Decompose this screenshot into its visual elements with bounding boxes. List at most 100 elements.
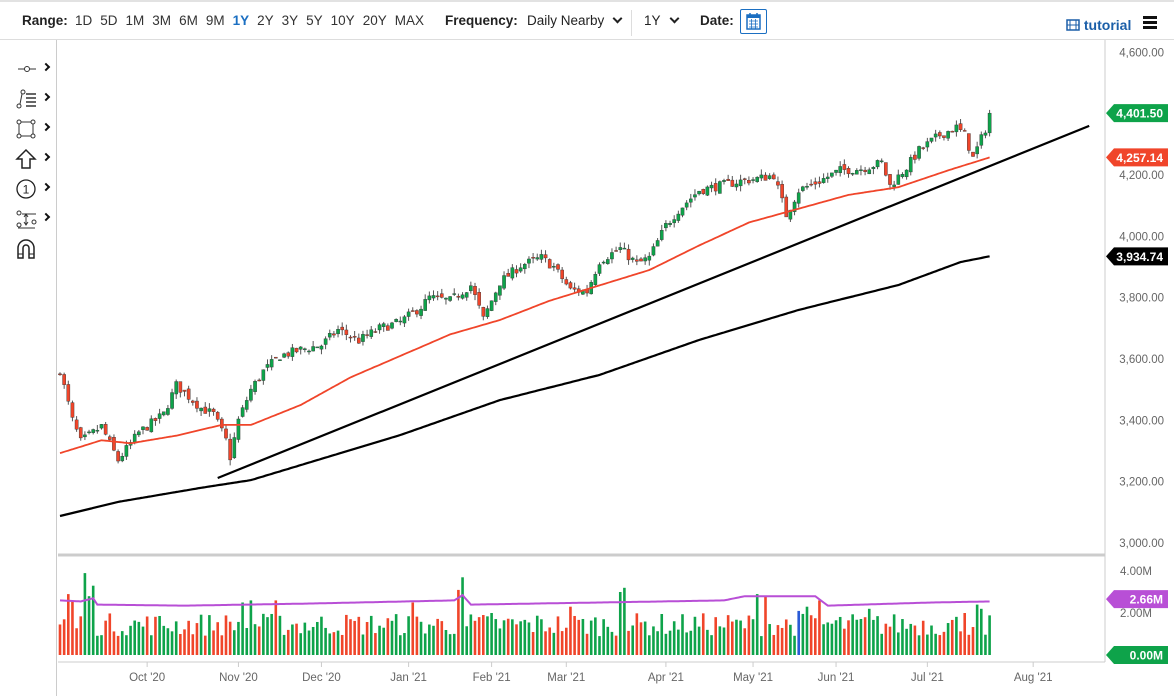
candle-body [291, 348, 294, 357]
candle [345, 325, 348, 340]
candle [573, 283, 576, 293]
volume-bar [366, 622, 369, 655]
candle [170, 389, 173, 410]
candle-body [353, 336, 356, 337]
candle [283, 353, 286, 358]
candle [245, 397, 248, 413]
candle-body [552, 266, 555, 267]
candle-body [830, 173, 833, 176]
candle [71, 401, 74, 422]
volume-bar [831, 624, 834, 655]
candle [511, 264, 514, 280]
volume-bar [92, 586, 95, 655]
candle-body [224, 429, 227, 438]
candle-body [278, 360, 281, 361]
volume-bar [760, 636, 763, 655]
candle-body [233, 438, 236, 458]
candle [366, 330, 369, 339]
candle [299, 346, 302, 354]
candle-body [615, 250, 618, 251]
candle-body [262, 370, 265, 381]
candle-body [411, 311, 414, 312]
candle [175, 379, 178, 398]
candle-body [743, 179, 746, 180]
volume-bar [104, 621, 107, 655]
candle [75, 416, 78, 432]
volume-bar [851, 614, 854, 655]
volume-bar [146, 616, 149, 655]
candle [627, 244, 630, 264]
volume-bar [856, 620, 859, 655]
volume-bar [266, 617, 269, 655]
candle [834, 170, 837, 176]
candle [797, 189, 800, 208]
candle-body [934, 134, 937, 137]
candle-body [519, 268, 522, 271]
candle-body [486, 309, 489, 317]
volume-bar [420, 622, 423, 655]
candle [859, 165, 862, 175]
volume-bar [511, 619, 514, 655]
volume-bar [669, 631, 672, 655]
candle [382, 322, 385, 332]
candle-body [639, 259, 642, 261]
candle [519, 263, 522, 273]
candle-body [967, 134, 970, 151]
volume-bar [150, 635, 153, 655]
candle [349, 335, 352, 342]
candle [253, 380, 256, 395]
volume-bar [416, 617, 419, 655]
volume-bar [731, 622, 734, 655]
candle [702, 189, 705, 195]
candle-body [502, 276, 505, 289]
volume-bar [918, 635, 921, 655]
candle-body [449, 297, 452, 301]
candle [644, 254, 647, 265]
candle-body [96, 430, 99, 431]
candle-body [735, 184, 738, 187]
candle-body [428, 296, 431, 300]
candle-body [436, 296, 439, 297]
volume-bar [528, 622, 531, 655]
candle-body [220, 419, 223, 428]
candle [507, 269, 510, 277]
volume-bar [449, 634, 452, 655]
candle [249, 385, 252, 402]
volume-bar [963, 613, 966, 655]
candle-body [644, 258, 647, 261]
candle [668, 221, 671, 227]
candle-body [498, 286, 501, 296]
volume-bar [171, 631, 174, 655]
volume-bar [229, 622, 232, 655]
price-chart[interactable]: 4,600.004,200.004,000.003,800.003,600.00… [0, 0, 1174, 696]
volume-bar [764, 596, 767, 655]
candle-body [303, 349, 306, 350]
candle-body [341, 327, 344, 330]
candle [469, 282, 472, 294]
candle-body [556, 265, 559, 270]
candle-body [357, 338, 360, 343]
candle [104, 422, 107, 435]
candle [179, 382, 182, 398]
volume-bar [694, 617, 697, 655]
candle [79, 427, 82, 441]
volume-bar [391, 621, 394, 655]
candle-body [760, 175, 763, 178]
candle-body [561, 270, 564, 279]
candle [639, 257, 642, 261]
candle-body [959, 124, 962, 130]
volume-bar [362, 635, 365, 655]
candle-body [216, 412, 219, 419]
volume-bar [553, 633, 556, 655]
candle [262, 369, 265, 384]
volume-bar [183, 629, 186, 655]
volume-bar [984, 635, 987, 655]
candle-body [523, 264, 526, 269]
volume-bar [706, 630, 709, 655]
candle [200, 407, 203, 416]
candle-body [179, 382, 182, 393]
candle [241, 405, 244, 418]
candle [440, 289, 443, 299]
candle-body [432, 295, 435, 298]
candle [652, 243, 655, 256]
